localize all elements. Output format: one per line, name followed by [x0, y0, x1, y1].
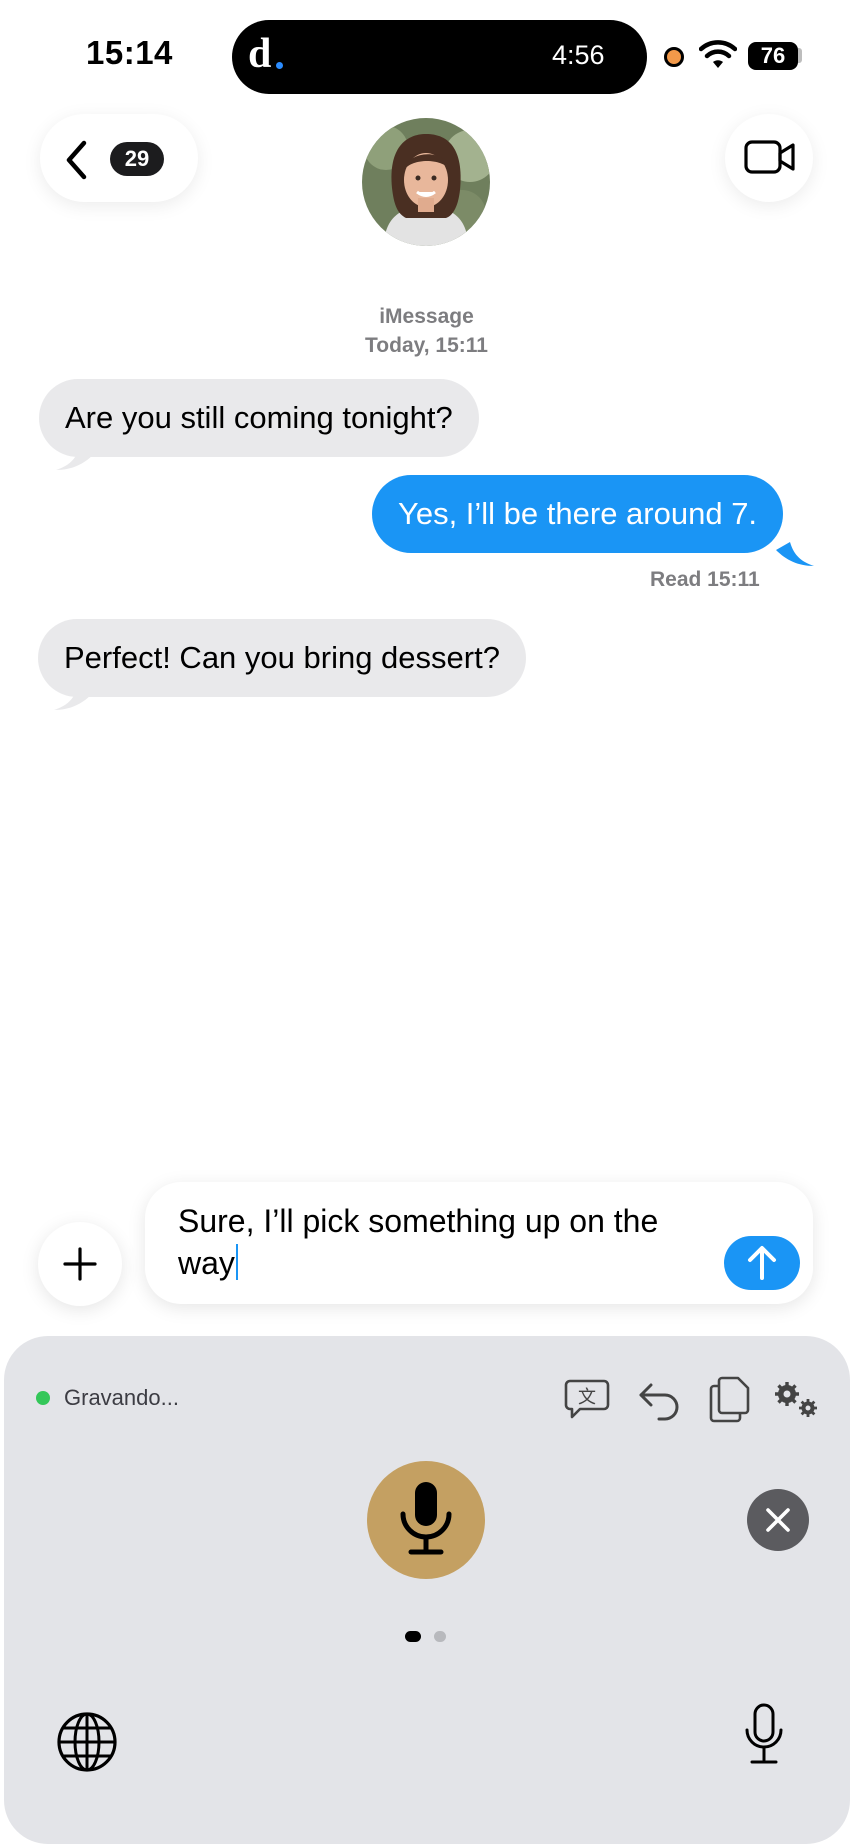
message-input-text[interactable]: Sure, I’ll pick something up on the way — [178, 1200, 718, 1284]
page-dot — [434, 1631, 446, 1642]
message-incoming[interactable]: Are you still coming tonight? — [39, 379, 479, 457]
conversation-date: Today, 15:11 — [365, 334, 488, 357]
plus-icon — [63, 1247, 97, 1281]
text-caret — [235, 1244, 238, 1280]
copy-icon[interactable] — [708, 1374, 752, 1424]
island-timer: 4:56 — [552, 40, 605, 70]
page-dot-active — [405, 1631, 421, 1642]
status-time: 15:14 — [86, 34, 173, 71]
recording-indicator-icon — [664, 47, 684, 67]
battery-cap-icon — [798, 48, 802, 63]
avatar-image — [362, 118, 490, 246]
microphone-icon — [400, 1482, 452, 1555]
close-icon — [766, 1508, 790, 1532]
arrow-up-icon — [748, 1246, 776, 1280]
chevron-left-icon — [66, 140, 87, 180]
input-line-2: way — [178, 1245, 235, 1281]
message-outgoing[interactable]: Yes, I’ll be there around 7. — [372, 475, 784, 553]
bubble-tail — [776, 542, 814, 566]
input-line: Sure, I’ll pick something up on the — [178, 1203, 659, 1239]
battery-level: 76 — [748, 42, 798, 70]
input-line-last: way — [178, 1242, 718, 1284]
read-receipt: Read 15:11 — [650, 568, 760, 591]
globe-icon[interactable] — [56, 1711, 118, 1773]
undo-icon[interactable] — [637, 1377, 681, 1421]
message-incoming[interactable]: Perfect! Can you bring dessert? — [38, 619, 526, 697]
unread-count-badge: 29 — [110, 142, 164, 176]
island-logo-dot — [276, 62, 283, 69]
recording-status-dot — [36, 1391, 50, 1405]
microphone-icon[interactable] — [742, 1702, 786, 1768]
wifi-icon — [699, 40, 737, 68]
contact-avatar[interactable] — [362, 118, 490, 246]
island-app-logo: d — [248, 31, 272, 77]
recording-status: Gravando... — [64, 1385, 179, 1410]
translate-icon[interactable]: 文 — [564, 1377, 610, 1421]
service-label: iMessage — [379, 305, 474, 328]
settings-icon[interactable] — [772, 1380, 820, 1420]
video-camera-icon — [744, 140, 795, 174]
svg-text:文: 文 — [578, 1387, 596, 1408]
